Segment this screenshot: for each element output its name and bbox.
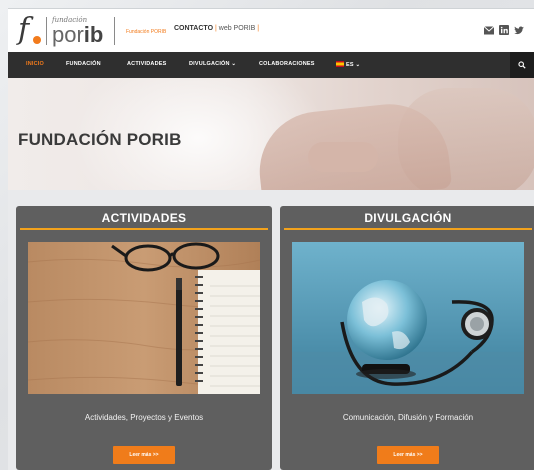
logo-wordmark-ib: ib: [83, 22, 104, 47]
logo-divider: [46, 17, 47, 45]
main-navigation: INICIO FUNDACIÓN ACTIVIDADES DIVULGACIÓN…: [8, 52, 534, 78]
contact-link[interactable]: CONTACTO: [174, 25, 213, 32]
leer-mas-button[interactable]: Leer más >>: [377, 446, 439, 464]
card-caption: Comunicación, Difusión y Formación: [342, 413, 474, 422]
contact-links: CONTACTO | web PORIB |: [174, 25, 259, 32]
card-divider: [20, 228, 268, 230]
logo-subtitle: Fundación PORIB: [126, 29, 167, 35]
contact-separator: |: [214, 25, 217, 32]
card-divider: [284, 228, 532, 230]
language-label: ES ⌄: [346, 62, 361, 68]
social-icons: [484, 25, 524, 35]
globe-photo: [292, 242, 524, 394]
nav-item-fundacion[interactable]: FUNDACIÓN: [66, 61, 101, 67]
hero-title: FUNDACIÓN PORIB: [18, 130, 182, 149]
nav-item-colaboraciones[interactable]: COLABORACIONES: [259, 61, 315, 67]
search-button[interactable]: [510, 52, 534, 78]
card-title: DIVULGACIÓN: [364, 211, 452, 225]
hero-finger: [308, 142, 378, 172]
logo-dot-icon: [33, 36, 41, 44]
spain-flag-icon: [336, 61, 344, 67]
content-section: ACTIVIDADES Actividades, Proyectos y Eve…: [8, 190, 534, 470]
linkedin-icon[interactable]: [499, 25, 509, 35]
porib-logo[interactable]: f fundación porib: [18, 12, 118, 48]
logo-wordmark-por: por: [52, 22, 84, 47]
card-actividades: ACTIVIDADES Actividades, Proyectos y Eve…: [16, 206, 272, 470]
logo-letter: f: [18, 12, 30, 47]
email-icon[interactable]: [484, 25, 494, 35]
desk-photo: [28, 242, 260, 394]
contact-separator-end: |: [257, 25, 260, 32]
search-icon: [518, 61, 526, 69]
site-header: f fundación porib Fundación PORIB CONTAC…: [8, 8, 534, 52]
card-caption: Actividades, Proyectos y Eventos: [84, 413, 204, 422]
nav-item-inicio[interactable]: INICIO: [26, 61, 44, 67]
nav-item-divulgacion[interactable]: DIVULGACIÓN ⌄: [189, 61, 236, 67]
web-porib-link[interactable]: web PORIB: [219, 25, 256, 32]
web-page: f fundación porib Fundación PORIB CONTAC…: [8, 8, 534, 470]
twitter-icon[interactable]: [514, 26, 524, 35]
notebook-glasses-image: [28, 242, 260, 394]
nav-item-language[interactable]: ES ⌄: [336, 61, 360, 68]
logo-divider-right: [114, 17, 115, 45]
card-title: ACTIVIDADES: [101, 211, 187, 225]
nav-item-actividades[interactable]: ACTIVIDADES: [127, 61, 166, 67]
leer-mas-button[interactable]: Leer más >>: [113, 446, 175, 464]
card-divulgacion: DIVULGACIÓN Comunicación, Difusión y For…: [280, 206, 534, 470]
logo-wordmark: porib: [52, 22, 103, 48]
globe-stethoscope-image: [292, 242, 524, 394]
hero-banner: FUNDACIÓN PORIB: [8, 78, 534, 190]
